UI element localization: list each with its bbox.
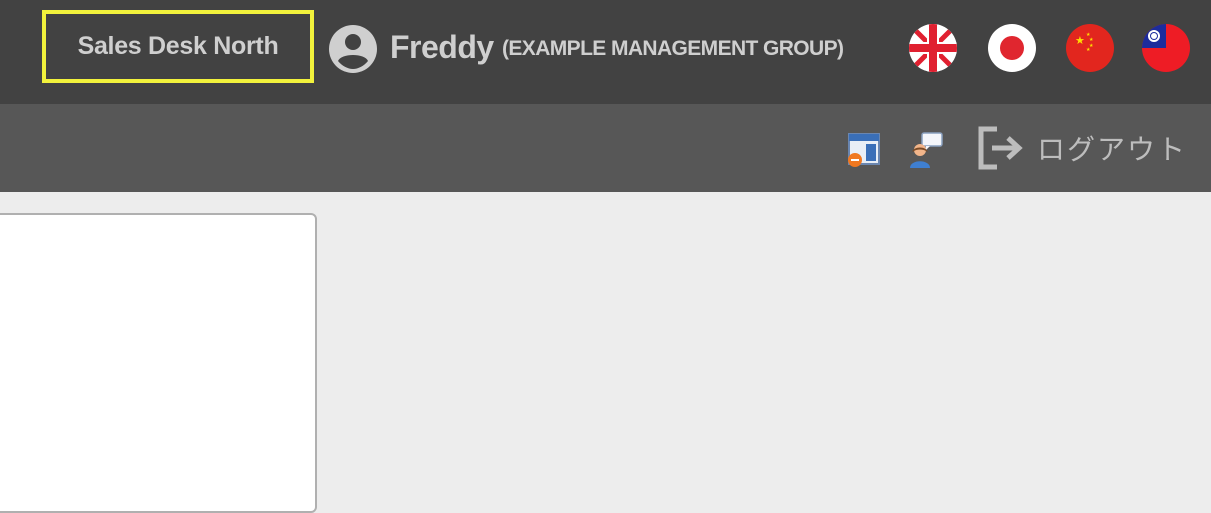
organization-name: (EXAMPLE MANAGEMENT GROUP) bbox=[502, 37, 844, 60]
svg-text:★: ★ bbox=[1075, 34, 1085, 47]
logout-arrow-icon bbox=[978, 126, 1023, 170]
china-flag-icon[interactable]: ★ ★ ★ ★ ★ bbox=[1066, 24, 1114, 72]
logout-label: ログアウト bbox=[1037, 134, 1188, 165]
account-circle-icon bbox=[328, 24, 378, 74]
logout-button[interactable]: ログアウト bbox=[977, 124, 1187, 172]
user-name: Freddy bbox=[390, 29, 494, 65]
desk-selector[interactable]: Sales Desk North bbox=[42, 10, 314, 83]
top-header: Sales Desk North Freddy (EXAMPLE MANAGEM… bbox=[0, 0, 1211, 104]
user-chat-icon[interactable] bbox=[905, 130, 945, 175]
taiwan-flag-icon[interactable] bbox=[1142, 24, 1190, 72]
svg-text:★: ★ bbox=[1086, 47, 1091, 53]
desk-label: Sales Desk North bbox=[77, 32, 279, 60]
window-minus-icon[interactable] bbox=[846, 132, 882, 173]
uk-flag-icon[interactable] bbox=[909, 24, 957, 72]
japan-flag-icon[interactable] bbox=[988, 24, 1036, 72]
content-panel bbox=[0, 213, 317, 513]
